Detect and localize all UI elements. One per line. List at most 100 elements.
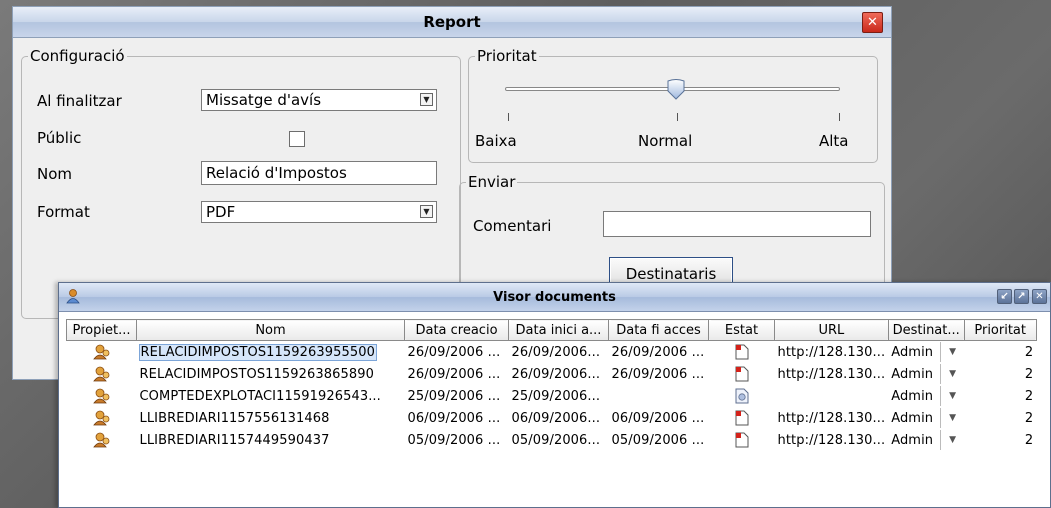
tick-mark bbox=[508, 113, 509, 121]
column-header-propietari[interactable]: Propiet... bbox=[66, 319, 137, 341]
public-checkbox[interactable] bbox=[289, 131, 305, 147]
column-header-destinatari[interactable]: Destinat... bbox=[887, 319, 965, 341]
format-select[interactable]: PDF ▼ bbox=[201, 201, 437, 223]
table-row[interactable]: RELACIDIMPOSTOS1159263865890 26/09/2006 … bbox=[67, 363, 1037, 385]
prioritat-cell: 2 bbox=[1024, 344, 1034, 360]
nom-cell[interactable]: LLIBREDIARI1157449590437 bbox=[137, 429, 405, 451]
data-creacio-cell: 26/09/2006 ... bbox=[407, 366, 501, 382]
prioritat-low-label: Baixa bbox=[475, 132, 517, 150]
data-fi-cell: 26/09/2006 ... bbox=[611, 366, 705, 382]
visor-documents-window: Visor documents ↙ ↗ ✕ Propiet... Nom Dat… bbox=[58, 282, 1051, 508]
prioritat-cell: 2 bbox=[1024, 410, 1034, 426]
format-label: Format bbox=[37, 203, 90, 221]
chevron-down-icon[interactable]: ▼ bbox=[940, 364, 964, 384]
destinatari-select[interactable]: Admin ▼ bbox=[888, 429, 964, 451]
prioritat-cell: 2 bbox=[1024, 388, 1034, 404]
data-creacio-cell: 26/09/2006 ... bbox=[407, 344, 501, 360]
prioritat-legend: Prioritat bbox=[477, 47, 537, 65]
pdf-icon bbox=[709, 429, 775, 451]
visor-titlebar[interactable]: Visor documents ↙ ↗ ✕ bbox=[59, 283, 1050, 312]
format-value: PDF bbox=[206, 203, 236, 221]
destinatari-select[interactable]: Admin ▼ bbox=[888, 407, 964, 429]
nom-input[interactable]: Relació d'Impostos bbox=[201, 161, 437, 185]
column-header-url[interactable]: URL bbox=[774, 319, 889, 341]
pdf-icon bbox=[709, 341, 775, 364]
data-inici-cell: 25/09/2006... bbox=[511, 388, 601, 404]
close-icon[interactable]: ✕ bbox=[1032, 289, 1047, 304]
owner-icon bbox=[67, 407, 137, 429]
maximize-icon[interactable]: ↗ bbox=[1014, 289, 1029, 304]
column-header-data-creacio[interactable]: Data creacio bbox=[404, 319, 509, 341]
pdf-icon bbox=[709, 407, 775, 429]
url-cell[interactable]: http://128.130... bbox=[775, 341, 889, 364]
data-inici-cell: 26/09/2006... bbox=[511, 366, 601, 382]
al-finalitzar-select[interactable]: Missatge d'avís ▼ bbox=[201, 89, 437, 111]
url-cell[interactable] bbox=[775, 385, 889, 407]
nom-value: Relació d'Impostos bbox=[206, 164, 347, 182]
chevron-down-icon[interactable]: ▼ bbox=[940, 430, 964, 450]
data-fi-cell: 06/09/2006 ... bbox=[611, 410, 705, 426]
table-row[interactable]: RELACIDIMPOSTOS1159263955500 26/09/2006 … bbox=[67, 341, 1037, 364]
owner-icon bbox=[67, 341, 137, 364]
chevron-down-icon[interactable]: ▼ bbox=[940, 342, 964, 362]
visor-title: Visor documents bbox=[493, 289, 616, 305]
comentari-input[interactable] bbox=[603, 211, 871, 237]
pdf-icon bbox=[709, 363, 775, 385]
enviar-legend: Enviar bbox=[468, 173, 516, 191]
table-header-row: Propiet... Nom Data creacio Data inici a… bbox=[66, 319, 1037, 341]
url-cell[interactable]: http://128.130... bbox=[775, 407, 889, 429]
al-finalitzar-label: Al finalitzar bbox=[37, 92, 122, 110]
data-fi-cell: 05/09/2006 ... bbox=[611, 432, 705, 448]
report-title: Report bbox=[423, 13, 481, 31]
data-fi-cell: 26/09/2006 ... bbox=[611, 344, 705, 360]
column-header-data-inici[interactable]: Data inici a... bbox=[508, 319, 609, 341]
prioritat-mid-label: Normal bbox=[638, 132, 693, 150]
documents-table: Propiet... Nom Data creacio Data inici a… bbox=[66, 319, 1037, 451]
nom-cell[interactable]: COMPTEDEXPLOTACI11591926543... bbox=[137, 385, 405, 407]
prioritat-slider-thumb[interactable] bbox=[666, 79, 686, 101]
chevron-down-icon[interactable]: ▼ bbox=[420, 93, 433, 106]
table-row[interactable]: LLIBREDIARI1157449590437 05/09/2006 ... … bbox=[67, 429, 1037, 451]
data-inici-cell: 26/09/2006... bbox=[511, 344, 601, 360]
url-cell[interactable]: http://128.130... bbox=[775, 429, 889, 451]
configuracio-legend: Configuració bbox=[30, 47, 125, 65]
data-inici-cell: 05/09/2006... bbox=[511, 432, 601, 448]
nom-cell[interactable]: LLIBREDIARI1157556131468 bbox=[137, 407, 405, 429]
table-row[interactable]: COMPTEDEXPLOTACI11591926543... 25/09/200… bbox=[67, 385, 1037, 407]
owner-icon bbox=[67, 363, 137, 385]
data-creacio-cell: 25/09/2006 ... bbox=[407, 388, 501, 404]
chevron-down-icon[interactable]: ▼ bbox=[940, 386, 964, 406]
destinatari-select[interactable]: Admin ▼ bbox=[888, 363, 964, 385]
nom-label: Nom bbox=[37, 165, 73, 183]
owner-icon bbox=[67, 385, 137, 407]
minimize-icon[interactable]: ↙ bbox=[997, 289, 1012, 304]
tick-mark bbox=[839, 113, 840, 121]
report-titlebar[interactable]: Report ✕ bbox=[13, 7, 891, 38]
column-header-nom[interactable]: Nom bbox=[136, 319, 405, 341]
tick-mark bbox=[677, 113, 678, 121]
data-fi-cell bbox=[609, 385, 709, 407]
close-icon[interactable]: ✕ bbox=[862, 12, 883, 33]
nom-cell[interactable]: RELACIDIMPOSTOS1159263865890 bbox=[137, 363, 405, 385]
chevron-down-icon[interactable]: ▼ bbox=[420, 205, 433, 218]
al-finalitzar-value: Missatge d'avís bbox=[206, 91, 322, 109]
column-header-estat[interactable]: Estat bbox=[708, 319, 775, 341]
owner-icon bbox=[67, 429, 137, 451]
url-cell[interactable]: http://128.130... bbox=[775, 363, 889, 385]
destinatari-select[interactable]: Admin ▼ bbox=[888, 341, 964, 364]
chevron-down-icon[interactable]: ▼ bbox=[940, 408, 964, 428]
table-row[interactable]: LLIBREDIARI1157556131468 06/09/2006 ... … bbox=[67, 407, 1037, 429]
column-header-prioritat[interactable]: Prioritat bbox=[963, 319, 1037, 341]
nom-cell[interactable]: RELACIDIMPOSTOS1159263955500 bbox=[137, 341, 405, 364]
column-header-data-fi[interactable]: Data fi acces bbox=[608, 319, 709, 341]
prioritat-high-label: Alta bbox=[819, 132, 849, 150]
documents-table-area: Propiet... Nom Data creacio Data inici a… bbox=[66, 319, 1047, 507]
prioritat-cell: 2 bbox=[1024, 432, 1034, 448]
public-label: Públic bbox=[37, 129, 82, 147]
prioritat-cell: 2 bbox=[1024, 366, 1034, 382]
data-inici-cell: 06/09/2006... bbox=[511, 410, 601, 426]
data-creacio-cell: 05/09/2006 ... bbox=[407, 432, 501, 448]
data-creacio-cell: 06/09/2006 ... bbox=[407, 410, 501, 426]
destinatari-select[interactable]: Admin ▼ bbox=[888, 385, 964, 407]
app-icon bbox=[66, 289, 80, 304]
